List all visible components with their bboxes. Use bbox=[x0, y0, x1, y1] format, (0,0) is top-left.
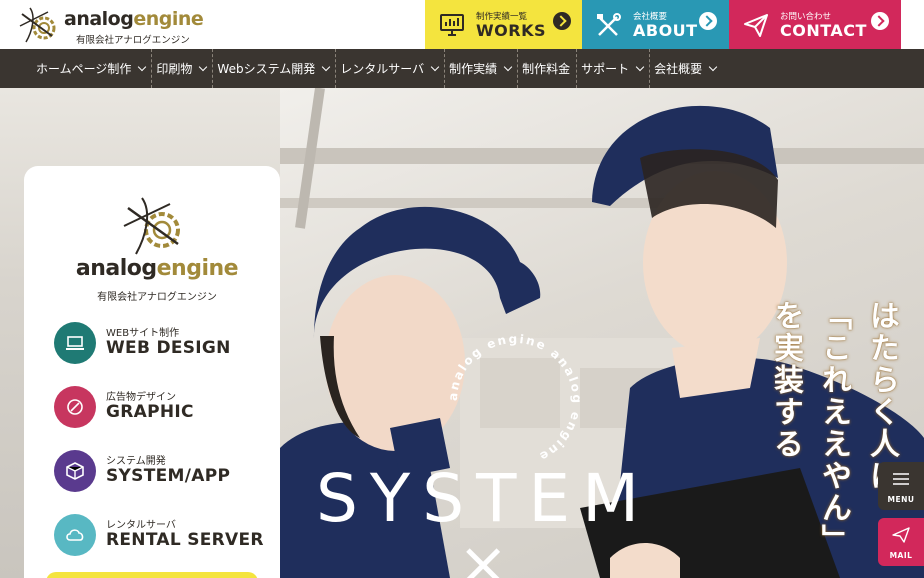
catch-copy-line-3: を実装する bbox=[768, 300, 803, 460]
gear-logo-icon bbox=[123, 197, 180, 255]
arrow-right-icon bbox=[699, 12, 717, 30]
cross-mark: × bbox=[458, 529, 509, 578]
hero-section: analog engine analog engine SYSTEM × はたら… bbox=[0, 88, 924, 578]
paper-plane-icon bbox=[744, 14, 768, 37]
nav-item-web-system[interactable]: Webシステム開発 bbox=[217, 49, 337, 88]
service-title: WEB DESIGN bbox=[106, 338, 231, 358]
arrow-right-icon bbox=[553, 12, 571, 30]
chevron-down-icon bbox=[635, 62, 645, 71]
system-heading: SYSTEM bbox=[316, 460, 652, 537]
monitor-icon bbox=[440, 14, 464, 36]
nav-item-print[interactable]: 印刷物 bbox=[156, 49, 214, 88]
contact-button-label: CONTACT bbox=[780, 21, 867, 40]
gear-logo-icon bbox=[19, 7, 56, 43]
service-web-design[interactable]: WEBサイト制作 WEB DESIGN bbox=[54, 320, 274, 366]
service-title: GRAPHIC bbox=[106, 402, 194, 422]
service-title: RENTAL SERVER bbox=[106, 530, 264, 550]
card-logo-wordmark: analogengine bbox=[75, 256, 239, 281]
nav-item-pricing[interactable]: 制作料金 bbox=[522, 49, 578, 88]
nav-item-homepage[interactable]: ホームページ制作 bbox=[36, 49, 153, 88]
service-graphic[interactable]: 広告物デザイン GRAPHIC bbox=[54, 384, 274, 430]
hamburger-icon bbox=[893, 473, 909, 485]
chevron-down-icon bbox=[138, 62, 147, 71]
mail-button[interactable]: MAIL bbox=[878, 518, 924, 566]
cloud-icon bbox=[54, 514, 96, 556]
site-header: analogengine 有限会社アナログエンジン 制作実績一覧 WORKS 会… bbox=[0, 0, 924, 49]
global-nav: ホームページ制作 印刷物 Webシステム開発 レンタルサーバ 制作実績 制作料金… bbox=[0, 49, 924, 88]
service-system-app[interactable]: システム開発 SYSTEM/APP bbox=[54, 448, 274, 494]
service-rental-server[interactable]: レンタルサーバ RENTAL SERVER bbox=[54, 512, 274, 558]
tools-icon bbox=[597, 13, 621, 36]
arrow-right-icon bbox=[871, 12, 889, 30]
service-sub: システム開発 bbox=[106, 456, 166, 467]
works-button-label: WORKS bbox=[476, 21, 546, 40]
chevron-down-icon bbox=[430, 62, 440, 71]
laptop-icon bbox=[54, 322, 96, 364]
nav-item-rental-server[interactable]: レンタルサーバ bbox=[340, 49, 446, 88]
works-button[interactable]: 制作実績一覧 WORKS bbox=[425, 0, 582, 49]
nav-item-works[interactable]: 制作実績 bbox=[449, 49, 519, 88]
chevron-down-icon bbox=[199, 62, 208, 71]
paper-plane-icon bbox=[892, 527, 910, 543]
card-logo: analogengine 有限会社アナログエンジン bbox=[72, 196, 242, 306]
catch-copy-line-2: 「これええやん」 bbox=[816, 300, 851, 556]
service-card: analogengine 有限会社アナログエンジン WEBサイト制作 WEB D… bbox=[24, 166, 280, 578]
menu-label: MENU bbox=[887, 495, 915, 504]
nav-item-support[interactable]: サポート bbox=[581, 49, 651, 88]
site-logo[interactable]: analogengine 有限会社アナログエンジン bbox=[18, 4, 208, 46]
contact-button[interactable]: お問い合わせ CONTACT bbox=[729, 0, 901, 49]
logo-wordmark: analogengine bbox=[64, 8, 204, 30]
svg-text:analog engine analog engine: analog engine analog engine bbox=[446, 332, 584, 465]
about-button[interactable]: 会社概要 ABOUT bbox=[582, 0, 729, 49]
logo-company-name: 有限会社アナログエンジン bbox=[76, 35, 190, 46]
menu-button[interactable]: MENU bbox=[878, 462, 924, 510]
service-title: SYSTEM/APP bbox=[106, 466, 231, 486]
card-cta-bar[interactable] bbox=[46, 572, 258, 578]
chevron-down-icon bbox=[503, 62, 513, 71]
nav-item-company[interactable]: 会社概要 bbox=[654, 49, 722, 88]
brush-icon bbox=[54, 386, 96, 428]
chevron-down-icon bbox=[708, 62, 718, 71]
about-button-label: ABOUT bbox=[633, 21, 698, 40]
analog-engine-ring: analog engine analog engine bbox=[446, 332, 584, 465]
ring-text: analog engine analog engine bbox=[446, 332, 582, 465]
service-sub: 広告物デザイン bbox=[106, 392, 176, 403]
service-sub: WEBサイト制作 bbox=[106, 328, 180, 339]
box-icon bbox=[54, 450, 96, 492]
service-sub: レンタルサーバ bbox=[106, 520, 176, 531]
card-logo-company: 有限会社アナログエンジン bbox=[97, 292, 217, 303]
chevron-down-icon bbox=[321, 62, 331, 71]
mail-label: MAIL bbox=[889, 551, 913, 560]
